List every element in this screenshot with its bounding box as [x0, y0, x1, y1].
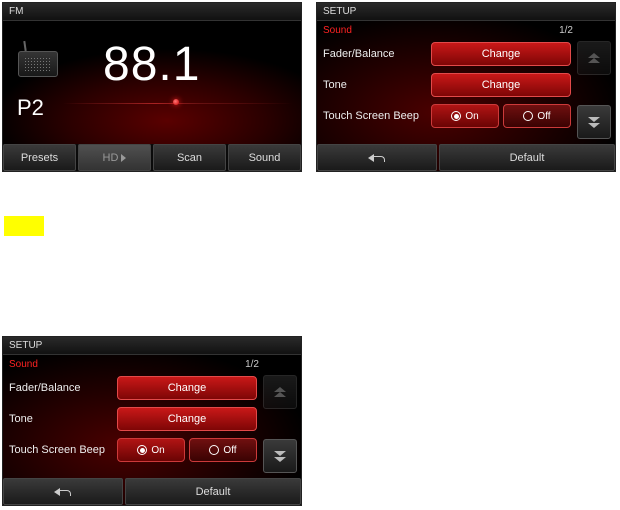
beep-toggle: On Off [431, 104, 571, 128]
beep-off-label: Off [223, 445, 236, 456]
fader-change-button[interactable]: Change [117, 376, 257, 400]
back-button[interactable] [3, 478, 123, 505]
setup-bottom-bar: Default [317, 144, 615, 171]
sound-label: Sound [249, 152, 281, 164]
highlight-block [4, 216, 44, 236]
scan-label: Scan [177, 152, 202, 164]
chevron-down-icon [274, 450, 286, 462]
chevron-up-icon [588, 53, 600, 63]
scroll-down-button[interactable] [577, 105, 611, 139]
beep-on-option[interactable]: On [431, 104, 499, 128]
preset-label: P2 [17, 95, 44, 121]
setup-section: Sound [323, 25, 352, 36]
beep-label: Touch Screen Beep [9, 444, 117, 456]
frequency-display: 88.1 [103, 37, 200, 92]
default-button[interactable]: Default [439, 144, 615, 171]
beep-on-option[interactable]: On [117, 438, 185, 462]
tone-change-label: Change [168, 413, 207, 425]
beep-toggle: On Off [117, 438, 257, 462]
fader-change-label: Change [482, 48, 521, 60]
fader-change-label: Change [168, 382, 207, 394]
setup-title: SETUP [3, 337, 301, 355]
beep-on-label: On [151, 445, 164, 456]
radio-icon [18, 45, 58, 79]
radio-off-icon [209, 445, 219, 455]
radio-title: FM [3, 3, 301, 21]
default-button[interactable]: Default [125, 478, 301, 505]
radio-off-icon [523, 111, 533, 121]
radio-panel: FM P2 88.1 Presets HD Scan Sound [2, 2, 302, 172]
scan-button[interactable]: Scan [153, 144, 226, 171]
hd-label: HD [103, 152, 119, 164]
presets-button[interactable]: Presets [3, 144, 76, 171]
beep-off-option[interactable]: Off [503, 104, 571, 128]
sound-button[interactable]: Sound [228, 144, 301, 171]
radio-bottom-bar: Presets HD Scan Sound [3, 144, 301, 171]
tone-label: Tone [323, 79, 431, 91]
row-tone: Tone Change [323, 72, 571, 98]
scroll-buttons [263, 375, 297, 473]
fader-label: Fader/Balance [323, 48, 431, 60]
setup-rows: Fader/Balance Change Tone Change Touch S… [323, 41, 571, 129]
row-fader: Fader/Balance Change [9, 375, 257, 401]
row-tone: Tone Change [9, 406, 257, 432]
radio-on-icon [451, 111, 461, 121]
beep-off-option[interactable]: Off [189, 438, 257, 462]
tone-change-label: Change [482, 79, 521, 91]
fader-label: Fader/Balance [9, 382, 117, 394]
chevron-up-icon [274, 387, 286, 397]
setup-title: SETUP [317, 3, 615, 21]
hd-button[interactable]: HD [78, 144, 151, 171]
default-label: Default [510, 152, 545, 164]
row-fader: Fader/Balance Change [323, 41, 571, 67]
default-label: Default [196, 486, 231, 498]
scroll-up-button[interactable] [577, 41, 611, 75]
presets-label: Presets [21, 152, 58, 164]
scroll-down-button[interactable] [263, 439, 297, 473]
back-icon [368, 153, 386, 163]
radio-body: P2 88.1 [3, 21, 301, 146]
fader-change-button[interactable]: Change [431, 42, 571, 66]
setup-rows: Fader/Balance Change Tone Change Touch S… [9, 375, 257, 463]
radio-on-icon [137, 445, 147, 455]
row-beep: Touch Screen Beep On Off [9, 437, 257, 463]
row-beep: Touch Screen Beep On Off [323, 103, 571, 129]
back-icon [54, 487, 72, 497]
page-indicator: 1/2 [559, 25, 573, 36]
chevron-down-icon [588, 116, 600, 128]
setup-section: Sound [9, 359, 38, 370]
scroll-buttons [577, 41, 611, 139]
beep-off-label: Off [537, 111, 550, 122]
setup-panel-bottom: SETUP Sound 1/2 Fader/Balance Change Ton… [2, 336, 302, 506]
setup-panel-top: SETUP Sound 1/2 Fader/Balance Change Ton… [316, 2, 616, 172]
back-button[interactable] [317, 144, 437, 171]
page-indicator: 1/2 [245, 359, 259, 370]
play-icon [121, 154, 126, 162]
tuner-indicator [173, 99, 179, 105]
tone-change-button[interactable]: Change [431, 73, 571, 97]
tone-change-button[interactable]: Change [117, 407, 257, 431]
setup-bottom-bar: Default [3, 478, 301, 505]
beep-label: Touch Screen Beep [323, 110, 431, 122]
tone-label: Tone [9, 413, 117, 425]
beep-on-label: On [465, 111, 478, 122]
scroll-up-button[interactable] [263, 375, 297, 409]
